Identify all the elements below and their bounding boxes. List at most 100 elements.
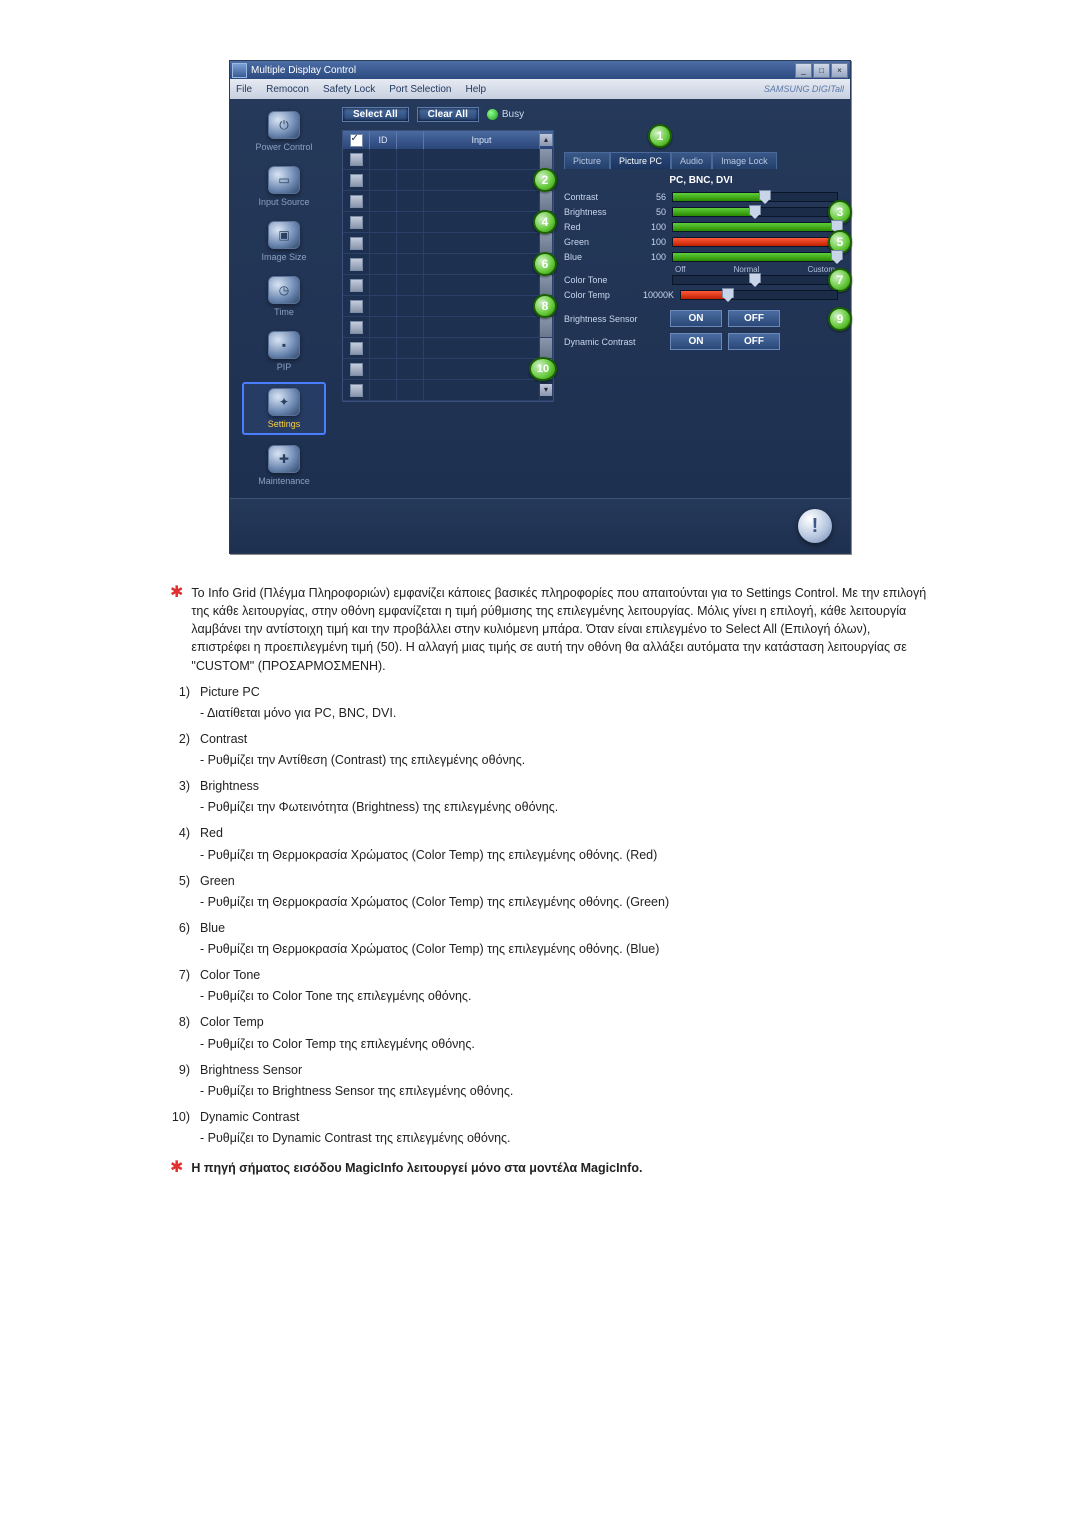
menu-remocon[interactable]: Remocon [266,84,309,95]
list-title: Red [200,824,223,842]
menu-file[interactable]: File [236,84,252,95]
sidebar: ⏻ Power Control ▭ Input Source ▣ Image S… [230,99,338,498]
dynamic-contrast-on-button[interactable]: ON [670,333,722,350]
slider-color-tone[interactable]: Color Tone Off Normal Custom [564,275,838,285]
slider-brightness[interactable]: Brightness 50 3 [564,207,838,217]
slider-value: 56 [636,192,666,202]
menu-port-selection[interactable]: Port Selection [389,84,451,95]
list-title: Brightness [200,777,259,795]
window-title: Multiple Display Control [251,65,795,76]
row-checkbox[interactable] [350,279,363,292]
grid-row[interactable] [343,317,553,338]
list-desc: - Ρυθμίζει τη Θερμοκρασία Χρώματος (Colo… [200,846,930,864]
tab-audio[interactable]: Audio [671,152,712,169]
sidebar-item-image-size[interactable]: ▣ Image Size [244,217,324,266]
slider-blue[interactable]: Blue 100 [564,252,838,262]
list-title: Dynamic Contrast [200,1108,299,1126]
grid-row[interactable] [343,149,553,170]
tab-picture[interactable]: Picture [564,152,610,169]
select-all-button[interactable]: Select All [342,107,409,122]
sidebar-item-power-control[interactable]: ⏻ Power Control [244,107,324,156]
grid-row[interactable]: 2 [343,170,553,191]
tab-image-lock[interactable]: Image Lock [712,152,777,169]
scroll-down-button[interactable]: ▾ [540,384,553,396]
busy-indicator: Busy [487,109,524,120]
menu-safety-lock[interactable]: Safety Lock [323,84,375,95]
list-desc: - Ρυθμίζει το Dynamic Contrast της επιλε… [200,1129,930,1147]
slider-track[interactable] [672,237,838,247]
slider-value: 100 [636,237,666,247]
dynamic-contrast-off-button[interactable]: OFF [728,333,780,350]
grid-header-id: ID [370,131,397,149]
grid-row[interactable]: ▾ [343,380,553,401]
tone-mark-off: Off [675,265,686,274]
row-checkbox[interactable] [350,384,363,397]
brightness-sensor-row: Brightness Sensor ON OFF 9 [564,310,838,327]
menu-help[interactable]: Help [465,84,486,95]
maintenance-icon: ✚ [268,445,300,473]
brightness-sensor-off-button[interactable]: OFF [728,310,780,327]
tab-picture-pc[interactable]: Picture PC [610,152,671,169]
row-label: Brightness Sensor [564,314,664,324]
clear-all-button[interactable]: Clear All [417,107,479,122]
slider-track[interactable] [672,207,838,217]
slider-red[interactable]: Red 100 [564,222,838,232]
sidebar-item-label: Time [274,307,294,317]
busy-label: Busy [502,109,524,120]
slider-track[interactable]: Off Normal Custom [672,275,838,285]
footer-bar: ! [230,498,850,553]
sidebar-item-pip[interactable]: ▪ PIP [244,327,324,376]
sidebar-item-label: Input Source [258,197,309,207]
row-checkbox[interactable] [350,363,363,376]
row-checkbox[interactable] [350,216,363,229]
callout-badge-10: 10 [529,357,557,381]
scroll-up-button[interactable]: ▴ [540,134,553,146]
sidebar-item-label: Power Control [255,142,312,152]
grid-row[interactable] [343,191,553,212]
sidebar-item-time[interactable]: ◷ Time [244,272,324,321]
settings-icon: ✦ [268,388,300,416]
panel-subheader: PC, BNC, DVI [564,175,838,186]
grid-row[interactable]: 10 [343,359,553,380]
info-grid: ID Input ▴ 2 [342,130,554,402]
row-checkbox[interactable] [350,258,363,271]
grid-row[interactable]: 4 [343,212,553,233]
row-checkbox[interactable] [350,174,363,187]
slider-track[interactable] [672,192,838,202]
slider-track[interactable] [672,252,838,262]
slider-track[interactable] [680,290,838,300]
list-desc: - Ρυθμίζει τη Θερμοκρασία Χρώματος (Colo… [200,940,930,958]
row-checkbox[interactable] [350,153,363,166]
sidebar-item-input-source[interactable]: ▭ Input Source [244,162,324,211]
slider-contrast[interactable]: Contrast 56 [564,192,838,202]
row-checkbox[interactable] [350,321,363,334]
grid-row[interactable]: 6 [343,254,553,275]
minimize-button[interactable]: _ [795,63,812,78]
sidebar-item-settings[interactable]: ✦ Settings [242,382,326,435]
grid-row[interactable] [343,275,553,296]
info-icon[interactable]: ! [798,509,832,543]
footnote-text: Η πηγή σήματος εισόδου MagicInfo λειτουρ… [191,1159,642,1177]
row-checkbox[interactable] [350,237,363,250]
slider-value: 100 [636,222,666,232]
maximize-button[interactable]: □ [813,63,830,78]
list-desc: - Ρυθμίζει τη Θερμοκρασία Χρώματος (Colo… [200,893,930,911]
callout-badge-6: 6 [533,252,557,276]
brightness-sensor-on-button[interactable]: ON [670,310,722,327]
slider-color-temp[interactable]: Color Temp 10000K [564,290,838,300]
grid-row[interactable] [343,338,553,359]
grid-row[interactable]: 8 [343,296,553,317]
pip-icon: ▪ [268,331,300,359]
row-checkbox[interactable] [350,300,363,313]
row-checkbox[interactable] [350,195,363,208]
callout-badge-2: 2 [533,168,557,192]
close-button[interactable]: × [831,63,848,78]
grid-row[interactable] [343,233,553,254]
slider-track[interactable] [672,222,838,232]
star-icon: ✱ [170,1160,183,1177]
slider-green[interactable]: Green 100 5 [564,237,838,247]
row-checkbox[interactable] [350,342,363,355]
sidebar-item-maintenance[interactable]: ✚ Maintenance [244,441,324,490]
list-title: Green [200,872,235,890]
grid-checkbox-all[interactable] [350,134,363,147]
